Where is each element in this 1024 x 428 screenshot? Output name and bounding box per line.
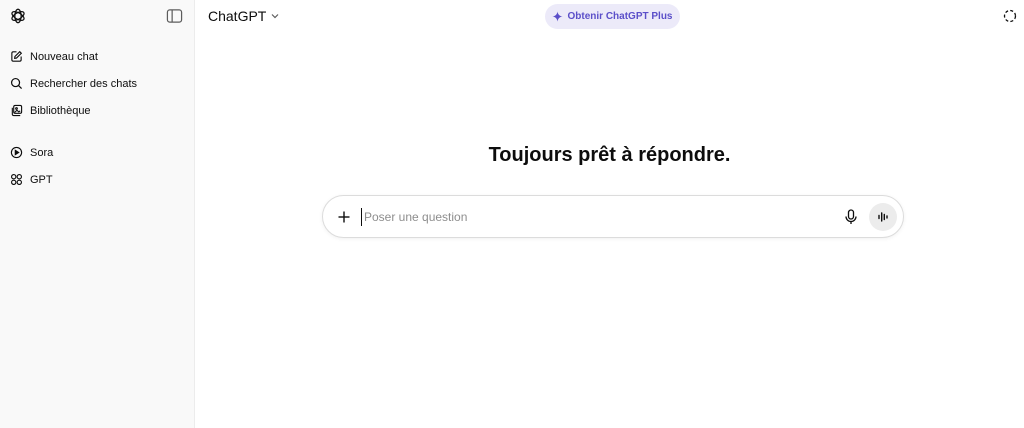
voice-mode-button[interactable]: [869, 203, 897, 231]
sidebar-item-label: Rechercher des chats: [30, 77, 137, 90]
library-icon: [11, 104, 23, 117]
upgrade-label: Obtenir ChatGPT Plus: [567, 11, 673, 22]
chevron-down-icon: [271, 14, 279, 19]
edit-icon: [11, 50, 23, 62]
upgrade-plus-button[interactable]: Obtenir ChatGPT Plus: [545, 4, 680, 29]
sidebar-header: [0, 0, 194, 33]
sidebar-item-library[interactable]: Bibliothèque: [0, 97, 194, 124]
openai-logo-icon[interactable]: [9, 7, 27, 25]
sidebar-item-label: Bibliothèque: [30, 104, 91, 117]
plus-icon[interactable]: [336, 209, 352, 225]
search-icon: [10, 77, 23, 90]
sparkle-icon: [552, 11, 564, 22]
sidebar-item-label: Sora: [30, 146, 54, 159]
app: Nouveau chat Rechercher des chats Biblio…: [0, 0, 1024, 428]
sidebar-item-gpt[interactable]: GPT: [0, 166, 194, 193]
sidebar-item-search-chats[interactable]: Rechercher des chats: [0, 70, 194, 97]
microphone-icon[interactable]: [844, 209, 858, 225]
sidebar: Nouveau chat Rechercher des chats Biblio…: [0, 0, 195, 428]
prompt-input[interactable]: [361, 208, 821, 226]
sidebar-item-label: Nouveau chat: [30, 50, 98, 63]
sidebar-nav: Nouveau chat Rechercher des chats Biblio…: [0, 43, 194, 193]
temporary-chat-icon[interactable]: [1003, 9, 1017, 23]
grid-icon: [11, 174, 22, 185]
play-circle-icon: [10, 146, 23, 159]
waveform-icon: [878, 212, 888, 222]
sidebar-item-new-chat[interactable]: Nouveau chat: [0, 43, 194, 70]
page-title: Toujours prêt à répondre.: [488, 144, 731, 166]
composer: [322, 195, 904, 238]
main-panel: ChatGPT Obtenir ChatGPT Plus Toujours pr…: [195, 0, 1024, 428]
model-name: ChatGPT: [208, 8, 267, 24]
sidebar-item-label: GPT: [30, 173, 53, 186]
sidebar-toggle-icon[interactable]: [166, 8, 183, 24]
sidebar-item-sora[interactable]: Sora: [0, 139, 194, 166]
model-selector[interactable]: ChatGPT: [208, 8, 280, 24]
